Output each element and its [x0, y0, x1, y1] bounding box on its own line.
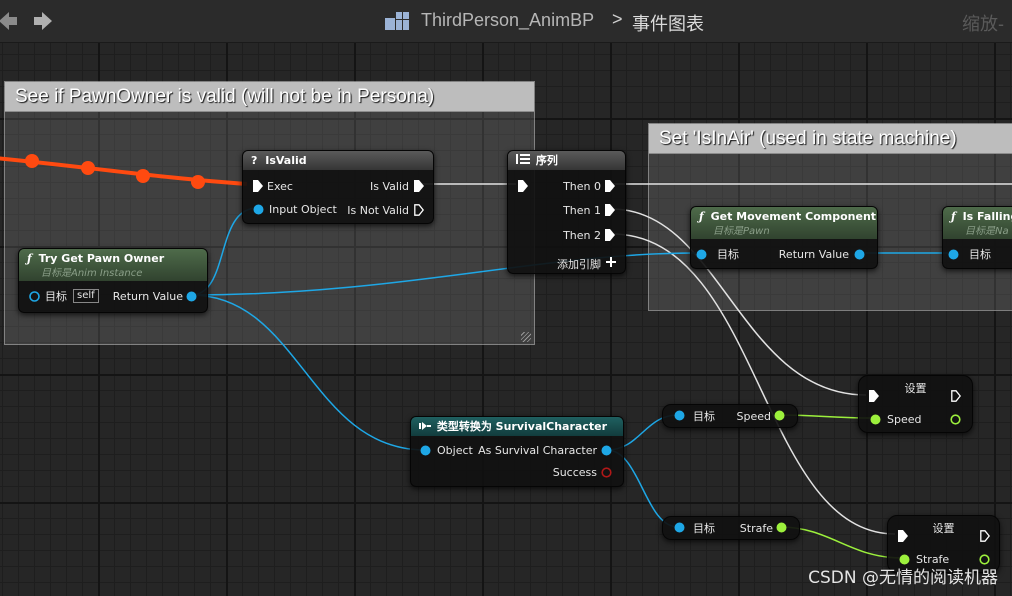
pin-label-then-1: Then 1	[563, 203, 601, 217]
pin-label-then-0: Then 0	[563, 179, 601, 193]
zoom-indicator: 缩放-	[962, 14, 1004, 34]
function-icon: ƒ	[951, 210, 956, 223]
arrow-right-icon	[34, 12, 52, 30]
node-header[interactable]: ƒ Is Falling 目标是Na	[943, 207, 1012, 239]
float-output-pin[interactable]	[774, 410, 785, 421]
pin-label-target: 目标	[693, 522, 715, 535]
pin-label-target: 目标	[693, 410, 715, 423]
add-pin-label[interactable]: 添加引脚	[557, 256, 601, 272]
blueprint-graph-canvas[interactable]: ThirdPerson_AnimBP > 事件图表 缩放- See if Paw…	[0, 0, 1012, 596]
pin-label-target: 目标	[969, 248, 991, 261]
pin-label-speed: Speed	[887, 412, 922, 426]
object-target-pin[interactable]	[674, 522, 685, 533]
function-icon: ƒ	[27, 252, 32, 265]
node-header[interactable]: ƒ Get Movement Component 目标是Pawn	[691, 207, 877, 239]
object-target-pin[interactable]	[948, 249, 959, 260]
sequence-icon	[516, 154, 530, 164]
node-is-valid[interactable]: ? IsValid Exec Is Valid Input Object Is …	[242, 150, 434, 224]
pin-label-then-2: Then 2	[563, 228, 601, 242]
function-icon: ƒ	[699, 210, 704, 223]
object-input-pin[interactable]	[253, 204, 264, 215]
object-target-pin[interactable]	[29, 291, 40, 302]
node-subtitle: 目标是Pawn	[713, 226, 770, 237]
wire-bubble	[136, 169, 150, 183]
node-title: 类型转换为 SurvivalCharacter	[436, 420, 607, 433]
node-cast-survival-character[interactable]: 类型转换为 SurvivalCharacter Object As Surviv…	[410, 416, 624, 487]
object-wire[interactable]	[190, 294, 426, 451]
back-button[interactable]	[0, 8, 20, 34]
object-output-pin[interactable]	[186, 291, 197, 302]
pin-label-is-not-valid: Is Not Valid	[347, 203, 409, 217]
self-default-value[interactable]: self	[73, 289, 99, 303]
node-subtitle: 目标是Na	[965, 226, 1009, 237]
pin-label-speed: Speed	[736, 409, 771, 423]
pin-target: 目标 self	[45, 288, 99, 304]
pin-label-as-survival-character: As Survival Character	[478, 443, 597, 457]
pin-label-object: Object	[437, 443, 473, 457]
exec-out-pin[interactable]	[951, 390, 961, 402]
wire-bubble	[81, 161, 95, 175]
csdn-watermark: CSDN @无情的阅读机器	[808, 568, 998, 588]
node-is-falling[interactable]: ƒ Is Falling 目标是Na 目标	[942, 206, 1012, 269]
pin-label-is-valid: Is Valid	[370, 179, 409, 193]
node-get-strafe[interactable]: 目标 Strafe	[662, 516, 800, 540]
exec-in-pin[interactable]	[518, 180, 528, 192]
pin-label-input-object: Input Object	[269, 202, 337, 216]
wire-bubble	[25, 154, 39, 168]
cast-arrow-icon	[419, 422, 431, 430]
wire-bubble	[191, 175, 205, 189]
pin-label-target: 目标	[717, 248, 739, 261]
node-get-speed[interactable]: 目标 Speed	[662, 404, 798, 428]
forward-button[interactable]	[31, 8, 57, 34]
graph-toolbar: ThirdPerson_AnimBP > 事件图表 缩放-	[0, 0, 1012, 43]
exec-out-pin-valid[interactable]	[414, 180, 424, 192]
node-try-get-pawn-owner[interactable]: ƒ Try Get Pawn Owner 目标是Anim Instance 目标…	[18, 248, 208, 313]
object-output-pin[interactable]	[601, 445, 612, 456]
exec-out-pin[interactable]	[980, 530, 990, 542]
float-output-pin[interactable]	[776, 522, 787, 533]
arrow-left-icon	[0, 12, 17, 30]
node-header[interactable]: 类型转换为 SurvivalCharacter	[411, 417, 623, 436]
bool-output-pin[interactable]	[601, 467, 612, 478]
node-subtitle: 目标是Anim Instance	[41, 268, 143, 279]
pin-label-return-value: Return Value	[778, 247, 849, 261]
exec-wire[interactable]	[611, 233, 896, 535]
node-title: IsValid	[265, 154, 307, 167]
node-sequence[interactable]: 序列 Then 0 Then 1 Then 2 添加引脚	[507, 150, 626, 274]
node-get-movement-component[interactable]: ƒ Get Movement Component 目标是Pawn 目标 Retu…	[690, 206, 878, 269]
node-header[interactable]: ? IsValid	[243, 151, 433, 170]
pin-label-target: 目标	[45, 290, 67, 303]
breadcrumb-separator: >	[612, 9, 623, 29]
exec-in-pin[interactable]	[898, 530, 908, 542]
pin-label-exec: Exec	[267, 179, 293, 193]
blueprint-grid-icon	[385, 12, 409, 34]
node-header[interactable]: ƒ Try Get Pawn Owner 目标是Anim Instance	[19, 249, 207, 281]
exec-out-pin-not-valid[interactable]	[414, 204, 424, 216]
pin-label-return-value: Return Value	[112, 289, 183, 303]
exec-out-pin-then-2[interactable]	[605, 229, 615, 241]
exec-out-pin-then-1[interactable]	[605, 204, 615, 216]
node-set-speed[interactable]: 设置 Speed	[858, 375, 973, 433]
node-title: 序列	[535, 154, 558, 167]
object-output-pin[interactable]	[854, 249, 865, 260]
breadcrumb-asset[interactable]: ThirdPerson_AnimBP	[421, 10, 594, 31]
exec-out-pin-then-0[interactable]	[605, 180, 615, 192]
object-input-pin[interactable]	[420, 445, 431, 456]
object-target-pin[interactable]	[696, 249, 707, 260]
macro-question-icon: ?	[251, 154, 258, 167]
float-output-pin[interactable]	[950, 414, 961, 425]
add-pin-plus-icon[interactable]	[606, 257, 616, 267]
node-header[interactable]: 序列	[508, 151, 625, 170]
pin-label-success: Success	[552, 465, 597, 479]
pin-label-strafe: Strafe	[739, 521, 773, 535]
exec-in-pin[interactable]	[869, 390, 879, 402]
breadcrumb-graph[interactable]: 事件图表	[632, 10, 704, 36]
object-target-pin[interactable]	[674, 410, 685, 421]
exec-in-pin[interactable]	[253, 180, 263, 192]
float-input-pin[interactable]	[870, 414, 881, 425]
